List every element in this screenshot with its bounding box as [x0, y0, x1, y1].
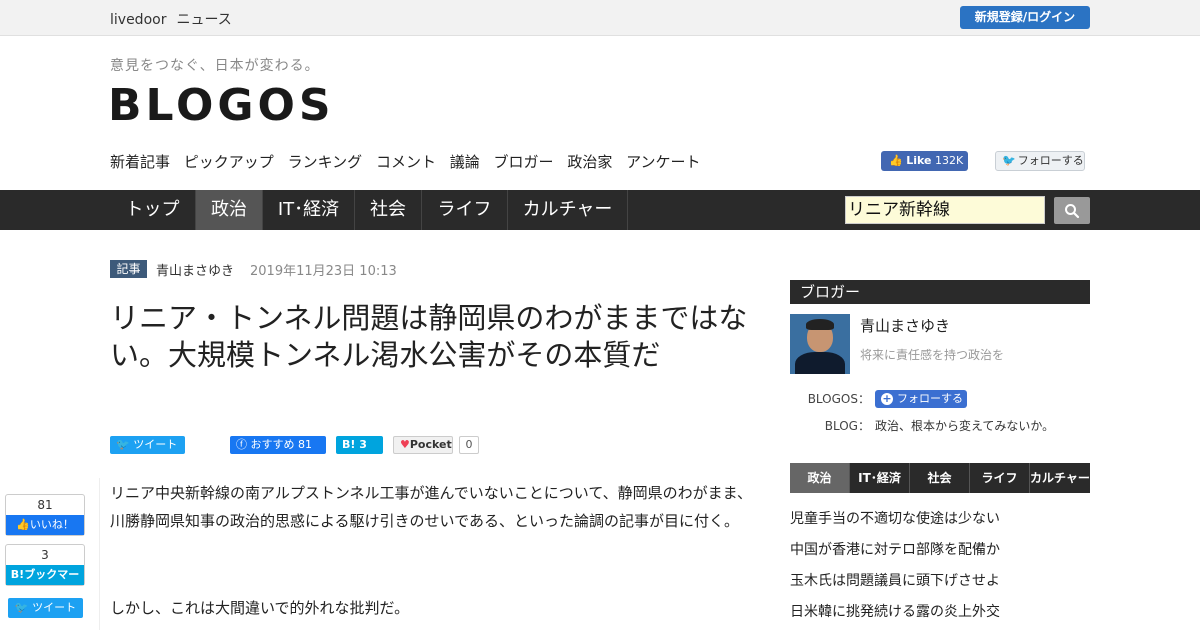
article-title: リニア・トンネル問題は静岡県のわがままではない。大規模トンネル渇水公害がその本質…: [110, 301, 748, 372]
fb-recommend-count: 81: [298, 438, 312, 451]
floating-tweet-button[interactable]: 🐦 ツイート: [8, 598, 83, 618]
twitter-bird-icon: 🐦: [14, 601, 29, 614]
category-top[interactable]: トップ: [110, 190, 196, 230]
nav-comment[interactable]: コメント: [376, 153, 436, 171]
blogger-avatar[interactable]: [790, 314, 850, 374]
search-icon: [1065, 204, 1080, 219]
fb-recommend-label: おすすめ: [250, 438, 295, 451]
fb-like-count: 132K: [934, 154, 964, 167]
tab-society[interactable]: 社会: [910, 463, 970, 493]
tweet-button[interactable]: 🐦 ツイート: [110, 436, 185, 454]
category-life[interactable]: ライフ: [422, 190, 508, 230]
article-date: 2019年11月23日 10:13: [250, 264, 397, 279]
thumbs-up-icon: 👍: [16, 518, 30, 531]
pocket-icon: ♥: [400, 438, 410, 451]
blogos-row-label: BLOGOS：: [807, 392, 870, 406]
blogos-follow-button[interactable]: + フォローする: [875, 390, 967, 408]
blog-title-link[interactable]: 政治、根本から変えてみないか。: [875, 417, 1054, 434]
hatena-icon: B!: [342, 438, 356, 451]
plus-icon: +: [881, 392, 893, 405]
nav-new[interactable]: 新着記事: [110, 153, 170, 171]
search-input[interactable]: リニア新幹線: [845, 196, 1045, 224]
search-button[interactable]: [1054, 197, 1090, 224]
twitter-follow-button[interactable]: 🐦 フォローする: [995, 151, 1085, 171]
blogger-name[interactable]: 青山まさゆき: [860, 315, 950, 336]
nav-survey[interactable]: アンケート: [626, 153, 700, 171]
twitter-bird-icon: 🐦: [1002, 154, 1016, 167]
news-item[interactable]: 児童手当の不適切な使途は少ない: [790, 508, 1090, 528]
brand-name: livedoor: [110, 12, 167, 28]
global-nav: 新着記事 ピックアップ ランキング コメント 議論 ブロガー 政治家 アンケート: [110, 151, 710, 172]
fb-like-label: Like: [906, 154, 932, 167]
category-politics[interactable]: 政治: [196, 190, 263, 230]
nav-debate[interactable]: 議論: [450, 153, 480, 171]
top-bar: livedoor ニュース 新規登録/ログイン: [0, 0, 1200, 36]
category-culture[interactable]: カルチャー: [508, 190, 628, 230]
thumbs-up-icon: 👍: [889, 154, 903, 167]
floating-like-count: 81: [37, 498, 53, 512]
floating-like-box[interactable]: 81 👍いいね！: [5, 494, 85, 536]
news-item[interactable]: 中国が香港に対テロ部隊を配備か: [790, 539, 1090, 559]
blog-row-label: BLOG：: [824, 419, 870, 433]
blogger-description: 将来に責任感を持つ政治を: [860, 348, 1005, 362]
tab-politics[interactable]: 政治: [790, 463, 850, 493]
facebook-recommend-button[interactable]: ⓕ おすすめ 81: [230, 436, 326, 454]
article-paragraph: リニア中央新幹線の南アルプストンネル工事が進んでいないことについて、静岡県のわが…: [110, 484, 753, 530]
site-logo[interactable]: BLOGOS: [108, 80, 335, 131]
sidebar-category-tabs: 政治 IT･経済 社会 ライフ カルチャー: [790, 463, 1090, 493]
floating-hatena-box[interactable]: 3 B!ブックマーク: [5, 544, 85, 601]
news-item[interactable]: 日米韓に挑発続ける露の炎上外交: [790, 601, 1090, 621]
livedoor-brand[interactable]: livedoor ニュース: [110, 9, 242, 29]
nav-pickup[interactable]: ピックアップ: [184, 153, 274, 171]
facebook-icon: ⓕ: [236, 438, 247, 451]
tweet-label: ツイート: [133, 438, 178, 451]
nav-politician[interactable]: 政治家: [567, 153, 612, 171]
category-society[interactable]: 社会: [355, 190, 422, 230]
floating-like-label: 👍いいね！: [6, 515, 84, 535]
hatena-bookmark-button[interactable]: B! 3: [336, 436, 383, 454]
article-author[interactable]: 青山まさゆき: [156, 260, 234, 279]
news-item[interactable]: 玉木氏は問題議員に頭下げさせよ: [790, 570, 1090, 590]
nav-blogger[interactable]: ブロガー: [494, 153, 554, 171]
tab-life[interactable]: ライフ: [970, 463, 1030, 493]
sidebar-blogger-heading: ブロガー: [790, 280, 1090, 304]
tab-culture[interactable]: カルチャー: [1030, 463, 1090, 493]
brand-sub: ニュース: [176, 12, 232, 28]
hatena-icon: B!: [10, 568, 25, 581]
pocket-count: 0: [459, 436, 479, 454]
hatena-count: 3: [359, 438, 367, 451]
tab-it-economy[interactable]: IT･経済: [850, 463, 910, 493]
pocket-button[interactable]: ♥Pocket: [393, 436, 453, 454]
floating-hatena-count: 3: [41, 548, 49, 562]
article-type-badge: 記事: [110, 260, 147, 278]
tw-follow-label: フォローする: [1017, 154, 1084, 167]
article-paragraph: しかし、これは大間違いで的外れな批判だ。: [110, 599, 410, 617]
register-login-button[interactable]: 新規登録/ログイン: [960, 6, 1090, 29]
nav-ranking[interactable]: ランキング: [288, 153, 363, 171]
facebook-like-button[interactable]: 👍 Like 132K: [881, 151, 968, 171]
category-it-economy[interactable]: IT･経済: [263, 190, 355, 230]
pocket-label: Pocket: [409, 438, 452, 451]
twitter-bird-icon: 🐦: [116, 438, 130, 451]
floating-hatena-label: B!ブックマーク: [6, 565, 84, 601]
site-tagline: 意見をつなぐ、日本が変わる。: [110, 58, 320, 74]
